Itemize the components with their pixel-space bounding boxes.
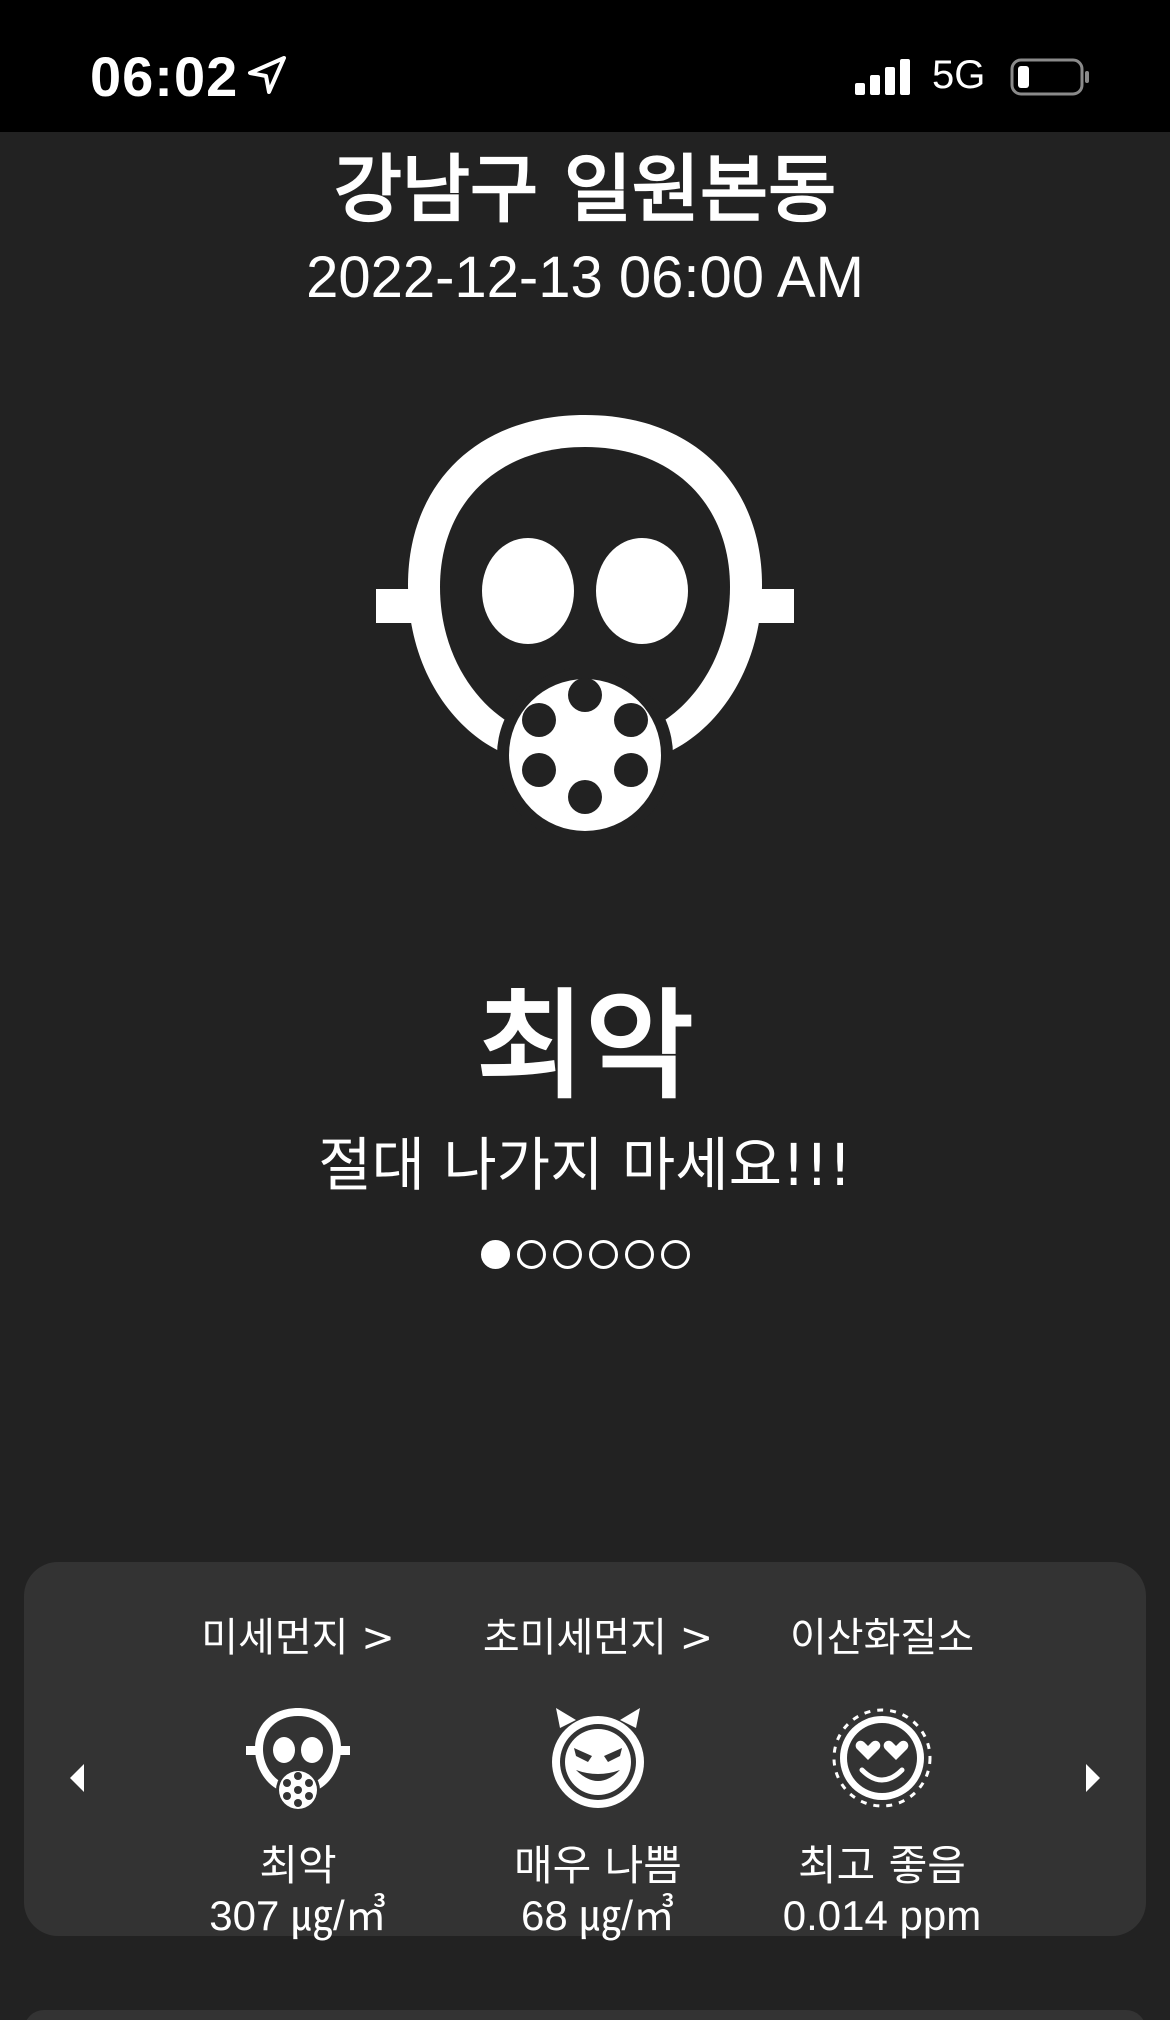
pollutant-value: 68 ㎍/㎥ [520,1892,676,1939]
pollutant-value: 0.014 ppm [782,1892,982,1939]
previous-arrow-icon[interactable] [62,1760,92,1796]
pollutant-value: 307 ㎍/㎥ [209,1892,387,1939]
page-indicator[interactable] [0,1240,1170,1269]
page-dot[interactable] [480,1240,510,1269]
air-quality-status: 최악 [476,977,694,1115]
network-type: 5G [932,53,986,97]
pollutant-item-pm25[interactable]: 초미세먼지 > 매우 나쁨 68 ㎍/㎥ [448,1610,748,1940]
gas-mask-icon [246,1708,350,1810]
location-arrow-icon [248,56,286,94]
pollutant-title[interactable]: 미세먼지 > [148,1610,448,1666]
cellular-signal-icon [855,59,910,95]
page-dot[interactable] [552,1240,582,1269]
heart-eyes-face-icon [832,1708,932,1808]
measurement-datetime: 2022-12-13 06:00 AM [306,245,864,310]
location-title: 강남구 일원본동 [333,147,837,233]
pollutant-status: 최고 좋음 [798,1841,966,1890]
pollutant-item-no2[interactable]: 이산화질소 최고 좋음 0.014 ppm [732,1610,1032,1940]
next-card-edge [24,2010,1146,2020]
page-dot[interactable] [660,1240,690,1269]
battery-low-icon [1010,58,1089,96]
pollutant-item-pm10[interactable]: 미세먼지 > 최악 307 ㎍/㎥ [148,1610,448,1940]
gas-mask-icon [376,415,794,833]
page-dot[interactable] [624,1240,654,1269]
next-arrow-icon[interactable] [1078,1760,1108,1796]
pollutant-title: 이산화질소 [790,1615,974,1661]
pollutant-status: 최악 [259,1841,337,1890]
devil-face-icon [552,1708,644,1808]
page-dot[interactable] [516,1240,546,1269]
status-bar: 06:02 5G [0,0,1170,132]
status-time: 06:02 [90,45,239,108]
advice-message: 절대 나가지 마세요!!! [318,1131,852,1199]
pollutant-status: 매우 나쁨 [514,1841,682,1890]
page-dot[interactable] [588,1240,618,1269]
pollutant-title[interactable]: 초미세먼지 > [448,1610,748,1666]
